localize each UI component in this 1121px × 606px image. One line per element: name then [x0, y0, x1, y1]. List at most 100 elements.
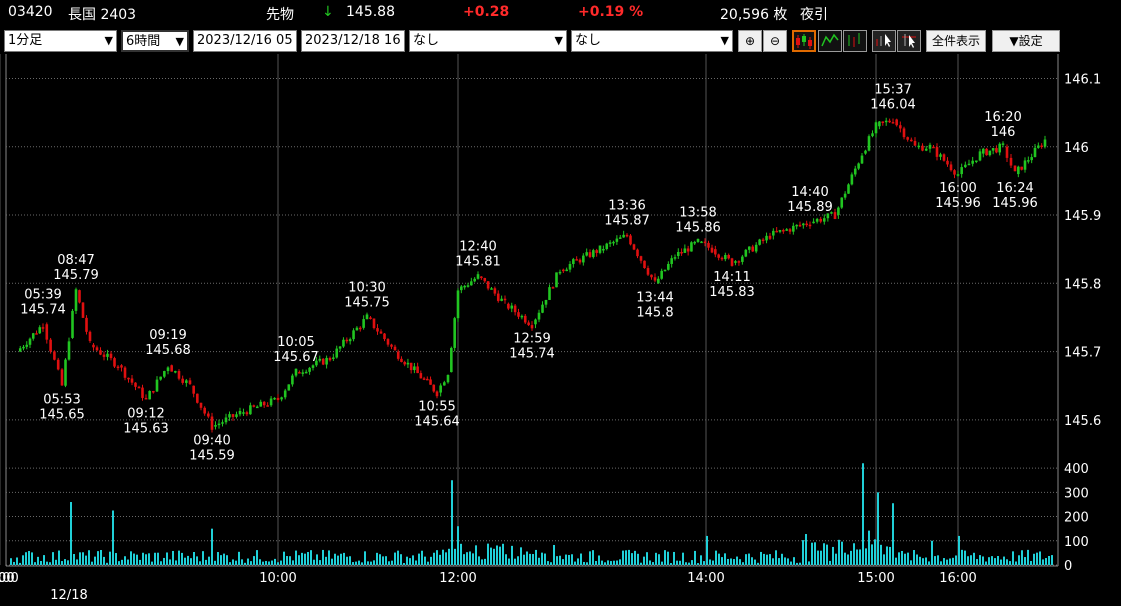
candle-body [1013, 165, 1017, 172]
candle-body [935, 147, 939, 157]
date-label: 12/18 [50, 588, 87, 603]
volume-bar [22, 555, 24, 565]
candle-body [152, 390, 155, 393]
volume-bar [784, 557, 786, 565]
volume-bar [388, 561, 390, 565]
candle-body [228, 414, 231, 418]
volume-bar [940, 561, 942, 565]
volume-bar [982, 556, 984, 565]
candle-body [981, 148, 985, 154]
volume-bar [469, 551, 471, 565]
volume-bar [25, 552, 27, 565]
volume-bar [976, 559, 978, 565]
candle-body [1005, 146, 1009, 158]
candle-body [853, 168, 857, 175]
volume-bar [994, 558, 996, 565]
volume-bar [514, 558, 516, 565]
candle-body [884, 120, 888, 123]
candle-body [1037, 145, 1040, 148]
candlestick-chart-button[interactable] [792, 30, 816, 52]
volume-bar [217, 552, 219, 565]
indicator2-select[interactable]: なし ▼ [571, 30, 733, 52]
candle-body [917, 145, 921, 148]
candle-body [1040, 145, 1043, 148]
candle-body [673, 257, 677, 259]
volume-bar [676, 560, 678, 565]
candle-body [967, 163, 971, 166]
volume-bar [649, 560, 651, 565]
to-date-input[interactable]: 2023/12/18 16 [301, 30, 405, 52]
candle-body [686, 248, 690, 252]
interval-select[interactable]: 1分足 ▼ [4, 30, 117, 52]
candle-body [308, 367, 311, 372]
volume-bar [1048, 555, 1050, 565]
show-all-button[interactable]: 全件表示 [926, 30, 986, 52]
candle-body [291, 375, 294, 385]
volume-bar [652, 562, 654, 565]
indicator1-select[interactable]: なし ▼ [409, 30, 567, 52]
volume-bar [256, 550, 258, 565]
volume-series [10, 463, 1053, 565]
volume-bar [175, 560, 177, 565]
volume-bar [94, 556, 96, 565]
candle-body [670, 258, 673, 264]
zoom-out-button[interactable]: ⊖ [763, 30, 787, 52]
volume-bar [169, 559, 171, 565]
cursor-tool-button[interactable] [872, 30, 896, 52]
volume-bar [928, 561, 930, 565]
volume-bar [148, 553, 150, 565]
volume-bar [871, 544, 873, 565]
candle-body [283, 390, 287, 398]
crosshair-tool-button[interactable] [897, 30, 921, 52]
candle-body [840, 197, 844, 208]
annotation-price: 145.83 [709, 285, 755, 300]
candle-body [483, 278, 487, 282]
volume-bar [661, 561, 663, 565]
candle-body [585, 252, 588, 256]
time-tick-label: 14:00 [687, 571, 724, 586]
annotation-price: 146.04 [870, 97, 916, 112]
candle-body [910, 139, 913, 142]
volume-bar [163, 557, 165, 565]
candle-body [978, 151, 982, 161]
candle-body [473, 278, 476, 282]
chart-toolbar: 1分足 ▼ 6時間 ▼ 2023/12/16 05 2023/12/18 16 なし… [0, 28, 1121, 54]
line-chart-icon [821, 33, 839, 47]
candle-body [231, 414, 235, 417]
volume-bar [610, 561, 612, 565]
volume-bar [937, 555, 939, 565]
chart-grid [0, 54, 1059, 567]
line-chart-button[interactable] [818, 30, 842, 52]
volume-bar [340, 553, 342, 565]
candle-body [500, 298, 503, 301]
to-date-value: 2023/12/18 16 [305, 33, 401, 48]
candle-body [419, 373, 423, 379]
candle-body [995, 148, 998, 153]
candlestick-chart: 146.1 146 145.9 145.8 145.7 145.6 400 300 200 100… [0, 54, 1101, 603]
candle-body [413, 366, 416, 371]
span-select[interactable]: 6時間 ▼ [121, 30, 189, 52]
volume-bar [970, 555, 972, 565]
candle-body [235, 414, 238, 417]
candle-body [188, 380, 192, 384]
price-change: +0.28 [463, 4, 510, 20]
candle-body [379, 331, 383, 334]
volume-bar [793, 557, 795, 565]
volume-bar [952, 557, 954, 565]
price-tick-label: 145.7 [1064, 346, 1101, 361]
volume-bar [850, 550, 852, 565]
candle-body [782, 230, 785, 232]
volume-bar [919, 556, 921, 565]
bar-chart-button[interactable] [843, 30, 867, 52]
candle-body [443, 382, 446, 386]
volume-bar [904, 553, 906, 565]
from-date-input[interactable]: 2023/12/16 05 [193, 30, 297, 52]
candle-body [592, 250, 595, 257]
candle-body [815, 218, 819, 222]
annotation-price: 145.64 [414, 415, 460, 430]
settings-button[interactable]: ▼設定 [992, 30, 1060, 52]
zoom-in-button[interactable]: ⊕ [738, 30, 762, 52]
candle-body [429, 379, 432, 385]
candle-body [612, 241, 615, 244]
candle-body [710, 247, 714, 253]
